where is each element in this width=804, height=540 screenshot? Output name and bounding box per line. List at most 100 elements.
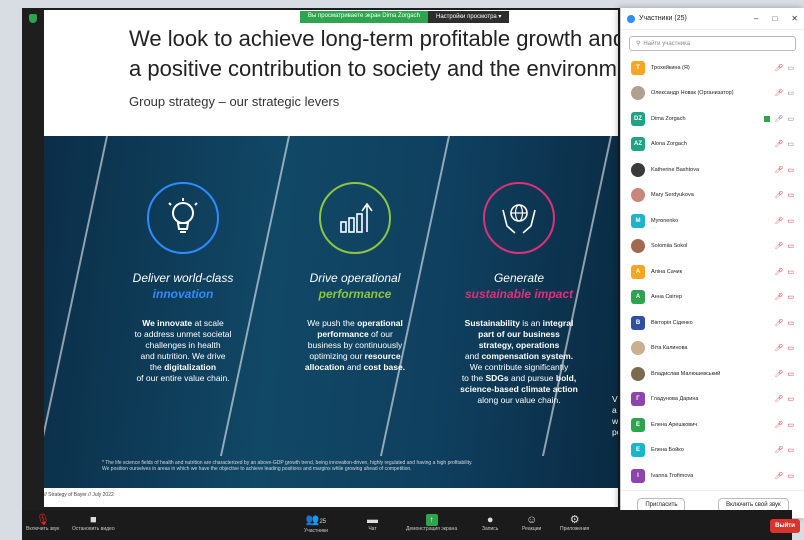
chat-icon: ▬ bbox=[367, 514, 378, 526]
lever-highlight: innovation bbox=[152, 287, 214, 301]
muted-mic-icon: 🎤︎ bbox=[774, 345, 784, 353]
video-off-icon: ▭ bbox=[787, 396, 794, 404]
muted-mic-icon: 🎤︎ bbox=[774, 319, 784, 327]
panel-title: Участники (25) bbox=[639, 15, 687, 22]
participant-row[interactable]: B Вікторія Сіденко 🎤︎ ▭ bbox=[621, 310, 804, 336]
participant-avatar: A bbox=[631, 290, 645, 305]
participant-row[interactable]: Solomiia Sokol 🎤︎ ▭ bbox=[621, 234, 804, 260]
leave-meeting-button[interactable]: Выйти bbox=[770, 519, 800, 533]
share-screen-label: Демонстрация экрана bbox=[406, 526, 458, 532]
muted-mic-icon: 🎤︎ bbox=[774, 141, 784, 149]
view-options-button[interactable]: Настройки просмотра ▾ bbox=[427, 11, 510, 23]
participant-row[interactable]: E Елена Арешкович 🎤︎ ▭ bbox=[621, 412, 804, 438]
participant-name: Владислав Малюшевський bbox=[651, 370, 721, 377]
apps-button[interactable]: ⚙ Приложения bbox=[560, 514, 589, 532]
participant-avatar: A bbox=[631, 264, 645, 279]
apps-label: Приложения bbox=[560, 526, 590, 532]
slide-body: Deliver world-class innovation We innovat… bbox=[44, 136, 618, 488]
participant-name: Аліна Сачик bbox=[651, 268, 683, 275]
chat-button[interactable]: ▬ Чат bbox=[367, 514, 378, 532]
participants-button[interactable]: 👥25 Участники bbox=[304, 514, 328, 534]
participant-row[interactable]: A Анна Світер 🎤︎ ▭ bbox=[621, 285, 804, 311]
participant-row[interactable]: DZ Dima Zorgach 🎤︎ ▭ bbox=[621, 106, 804, 132]
maximize-icon[interactable]: □ bbox=[772, 14, 777, 23]
participant-row[interactable]: T Трохейкина (Я) 🎤︎ ▭ bbox=[621, 55, 804, 81]
participant-row[interactable]: A Аліна Сачик 🎤︎ ▭ bbox=[621, 259, 804, 285]
muted-mic-icon: 🎤︎ bbox=[774, 243, 784, 251]
lever-sustainability: Generate sustainable impact Sustainabilit… bbox=[444, 136, 594, 406]
stop-video-button[interactable]: ■ Остановить видео bbox=[72, 514, 115, 532]
video-off-icon: ▭ bbox=[787, 421, 794, 429]
participant-row[interactable]: Mary Serdyukova 🎤︎ ▭ bbox=[621, 183, 804, 209]
lever-performance: Drive operational performance We push the… bbox=[280, 136, 430, 373]
slide-footer: // Strategy of Bayer // July 2022 bbox=[44, 492, 114, 498]
muted-mic-icon: 🎤︎ bbox=[774, 268, 784, 276]
lever-text: We push the operational performance of ou… bbox=[304, 318, 406, 372]
share-screen-icon: ↑ bbox=[425, 514, 438, 526]
cutoff-text: w bbox=[612, 416, 618, 426]
participant-row[interactable]: Віта Калинова 🎤︎ ▭ bbox=[621, 336, 804, 362]
participant-avatar: AZ bbox=[631, 137, 645, 152]
video-off-icon: ▭ bbox=[787, 115, 794, 123]
panel-header: Участники (25) – □ ✕ bbox=[621, 8, 804, 30]
close-icon[interactable]: ✕ bbox=[791, 14, 798, 23]
participant-avatar: E bbox=[631, 443, 645, 458]
lever-highlight: sustainable impact bbox=[464, 287, 574, 301]
participant-name: Гладунова Дарина bbox=[651, 396, 699, 403]
lever-text: Sustainability is an integral part of our… bbox=[460, 318, 578, 405]
muted-mic-icon: 🎤︎ bbox=[774, 192, 784, 200]
video-off-icon: ▭ bbox=[787, 447, 794, 455]
participant-name: Ivanna Trofimova bbox=[651, 472, 694, 479]
participant-row[interactable]: I Ivanna Trofimova 🎤︎ ▭ bbox=[621, 463, 804, 489]
participant-row[interactable]: M Myronenko 🎤︎ ▭ bbox=[621, 208, 804, 234]
participant-row[interactable]: E Елена Бойко 🎤︎ ▭ bbox=[621, 438, 804, 464]
share-screen-button[interactable]: ↑ Демонстрация экрана bbox=[406, 514, 457, 532]
reactions-button[interactable]: ☺ Реакции bbox=[522, 514, 541, 532]
security-shield-icon[interactable] bbox=[29, 14, 37, 23]
muted-mic-icon: 🎤︎ bbox=[774, 294, 784, 302]
participant-avatar: E bbox=[631, 417, 645, 432]
muted-mic-icon: 🎤︎ bbox=[774, 396, 784, 404]
muted-mic-icon: 🎤︎ bbox=[774, 90, 784, 98]
participant-row[interactable]: Олександр Новак (Организатор) 🎤︎ ▭ bbox=[621, 81, 804, 107]
muted-mic-icon: 🎤︎ bbox=[774, 115, 784, 123]
participant-photo bbox=[631, 86, 645, 101]
participants-label: Участники bbox=[304, 528, 328, 534]
growth-chart-icon bbox=[319, 182, 391, 254]
participant-photo bbox=[631, 239, 645, 254]
video-off-icon: ▭ bbox=[787, 345, 794, 353]
participant-name: Mary Serdyukova bbox=[651, 192, 694, 199]
screen-share-icon bbox=[764, 115, 771, 122]
lever-text: We innovate at scale to address unmet soc… bbox=[134, 318, 232, 383]
participant-search-input[interactable]: ⚲ Найти участника bbox=[629, 36, 796, 51]
video-off-icon: ▭ bbox=[787, 268, 794, 276]
participant-row[interactable]: Г Гладунова Дарина 🎤︎ ▭ bbox=[621, 387, 804, 413]
participant-avatar: I bbox=[631, 468, 645, 483]
video-off-icon: ▭ bbox=[787, 90, 794, 98]
muted-mic-icon: 🎤︎ bbox=[774, 421, 784, 429]
participant-row[interactable]: Владислав Малюшевський 🎤︎ ▭ bbox=[621, 361, 804, 387]
participant-row[interactable]: AZ Alona Zorgach 🎤︎ ▭ bbox=[621, 132, 804, 158]
cutoff-column-fragment: V a w po bbox=[612, 394, 618, 438]
participant-avatar: Г bbox=[631, 392, 645, 407]
participant-name: Олександр Новак (Организатор) bbox=[651, 90, 734, 97]
participant-name: Solomiia Sokol bbox=[651, 243, 688, 250]
cutoff-text: V bbox=[612, 394, 618, 404]
viewing-screen-label: Вы просматриваете экран Dima Zorgach bbox=[300, 11, 428, 23]
muted-mic-icon: 🎙 bbox=[35, 514, 50, 526]
lever-heading: Drive operational bbox=[309, 271, 401, 285]
video-off-icon: ▭ bbox=[787, 370, 794, 378]
lever-heading: Generate bbox=[493, 271, 545, 285]
unmute-button[interactable]: 🎙 Включить звук bbox=[26, 514, 59, 532]
participant-avatar: DZ bbox=[631, 111, 645, 126]
record-button[interactable]: ● Запись bbox=[482, 514, 498, 532]
video-off-icon: ▭ bbox=[787, 217, 794, 225]
minimize-icon[interactable]: – bbox=[754, 14, 758, 23]
participant-name: Елена Бойко bbox=[651, 447, 684, 454]
video-off-icon: ▭ bbox=[787, 141, 794, 149]
stop-video-label: Остановить видео bbox=[72, 526, 115, 532]
participant-photo bbox=[631, 366, 645, 381]
participant-name: Dima Zorgach bbox=[651, 115, 686, 122]
participant-row[interactable]: Katherine Bashtova 🎤︎ ▭ bbox=[621, 157, 804, 183]
shared-slide: We look to achieve long-term profitable … bbox=[44, 10, 618, 507]
